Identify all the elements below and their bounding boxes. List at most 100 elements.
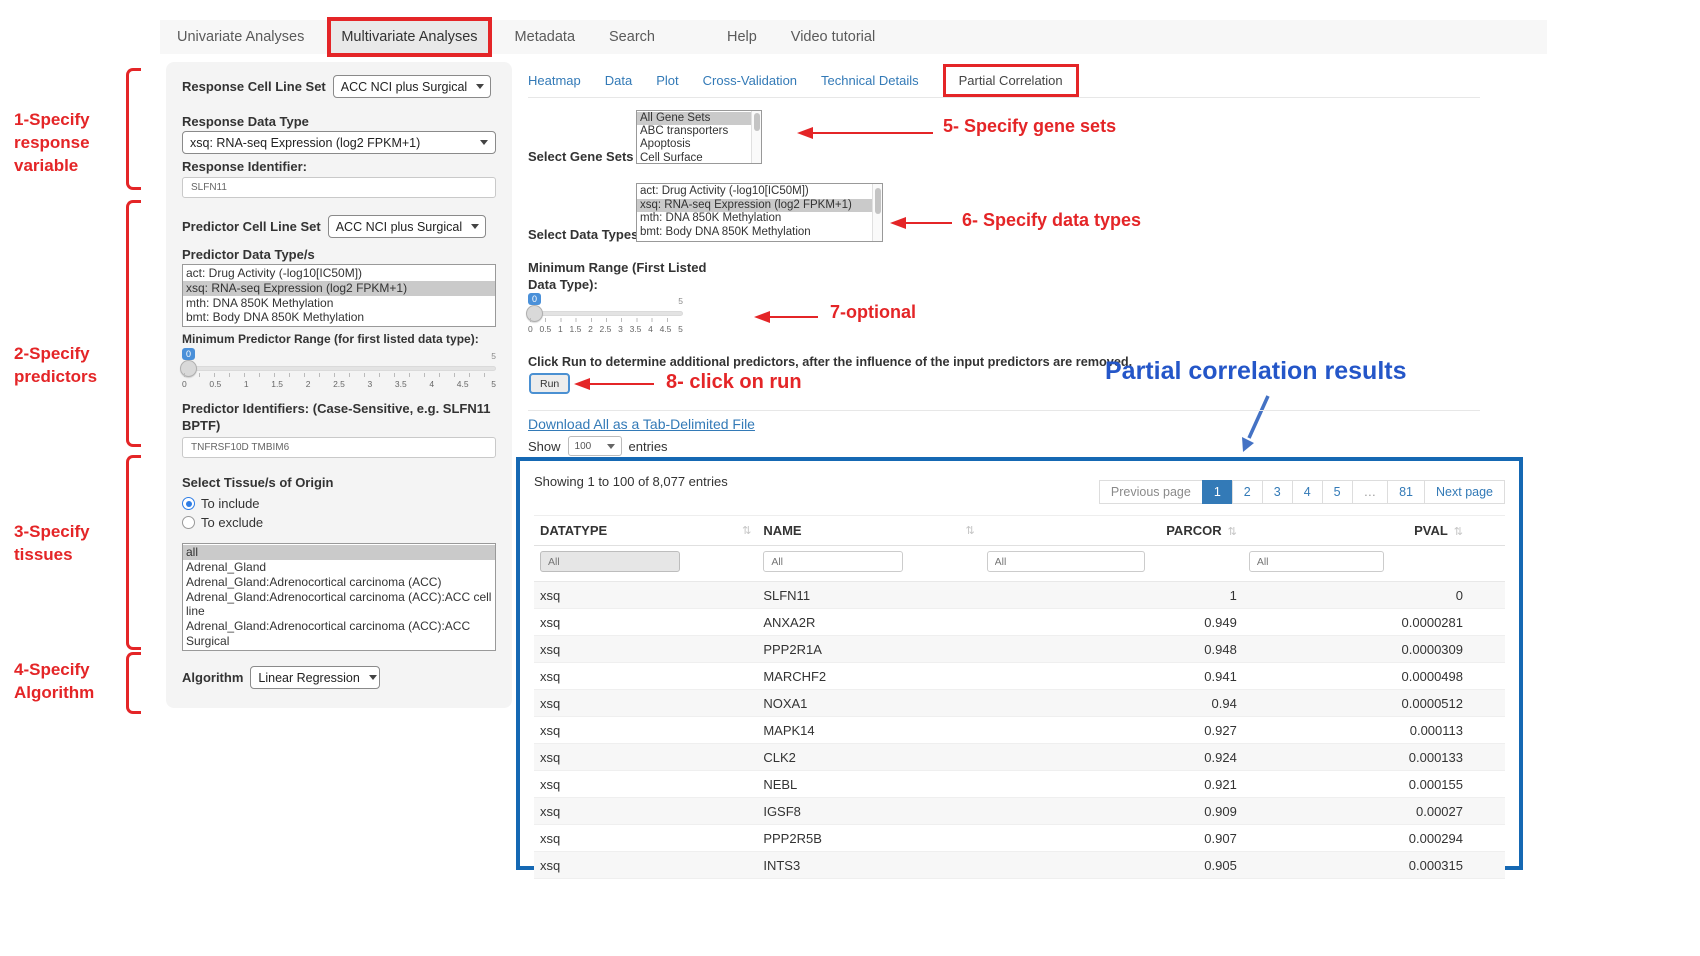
nav-univariate-analyses[interactable]: Univariate Analyses [160,20,321,54]
list-option[interactable]: All Gene Sets [637,112,761,125]
list-option[interactable]: bmt: Body DNA 850K Methylation [637,226,882,240]
list-option[interactable]: all [183,545,495,560]
run-button[interactable]: Run [529,373,570,394]
page-button-5[interactable]: 5 [1322,480,1353,504]
tick-label: 0.5 [209,379,221,389]
predictor-identifiers-input[interactable] [182,437,496,458]
tick-label: 4.5 [457,379,469,389]
next-page-button[interactable]: Next page [1424,480,1505,504]
column-header-datatype[interactable]: DATATYPE ⇅ [534,516,757,546]
tab-technical-details[interactable]: Technical Details [821,73,919,88]
sort-icon[interactable]: ⇅ [965,524,974,537]
sidebar-form: Response Cell Line Set ACC NCI plus Surg… [166,62,512,708]
page-button-81[interactable]: 81 [1387,480,1425,504]
list-option[interactable]: mth: DNA 850K Methylation [637,212,882,226]
slider-track[interactable] [528,311,683,316]
list-option[interactable]: Adrenal_Gland [183,560,495,575]
page-button-3[interactable]: 3 [1262,480,1293,504]
tick-label: 4 [429,379,434,389]
slider-max-label: 5 [678,296,683,306]
list-option[interactable]: mth: DNA 850K Methylation [183,296,495,311]
response-cell-line-set-select[interactable]: ACC NCI plus Surgical [333,75,491,98]
list-option[interactable]: xsq: RNA-seq Expression (log2 FPKM+1) [637,199,882,213]
list-option[interactable]: Cell Surface [637,152,761,164]
sort-icon[interactable]: ⇅ [742,524,751,537]
column-header-pval[interactable]: PVAL⇅ [1243,516,1505,546]
tick-label: 5 [491,379,496,389]
tick-label: 0 [182,379,187,389]
run-instruction: Click Run to determine additional predic… [528,355,1132,369]
slider-value-badge: 0 [528,293,541,305]
tab-data[interactable]: Data [605,73,632,88]
list-option[interactable]: xsq: RNA-seq Expression (log2 FPKM+1) [183,281,495,296]
slider-ticks [530,318,681,322]
results-tabbar: Heatmap Data Plot Cross-Validation Techn… [528,62,1079,98]
table-row: xsq SLFN11 1 0 [534,582,1505,609]
list-option[interactable]: act: Drug Activity (-log10[IC50M]) [183,266,495,281]
page-length-select[interactable]: 100 [568,436,622,456]
list-option[interactable]: bmt: Body DNA 850K Methylation [183,310,495,325]
data-types-listbox: act: Drug Activity (-log10[IC50M]) xsq: … [636,183,883,242]
blue-arrow-icon [1232,392,1278,458]
name-filter-input[interactable] [763,551,903,572]
nav-metadata[interactable]: Metadata [498,20,592,54]
results-table: DATATYPE ⇅ NAME ⇅ PARCOR⇅ PVA [534,515,1505,879]
response-identifier-input[interactable] [182,177,496,198]
min-range-slider: 0 5 0 0.5 1 1.5 2 2.5 3 3.5 4 4.5 5 [528,293,683,339]
slider-track[interactable] [182,366,496,371]
list-option[interactable]: act: Drug Activity (-log10[IC50M]) [637,185,882,199]
table-row: xsq CLK2 0.924 0.000133 [534,744,1505,771]
sort-icon[interactable]: ⇅ [1228,526,1237,538]
parcor-filter-input[interactable] [987,551,1145,572]
response-identifier-label: Response Identifier: [182,159,496,174]
nav-search[interactable]: Search [592,20,672,54]
annotation-step7: 7-optional [830,302,916,323]
tissue-include-radio[interactable]: To include [182,494,496,513]
table-row: xsq IGSF8 0.909 0.00027 [534,798,1505,825]
tab-cross-validation[interactable]: Cross-Validation [703,73,797,88]
nav-video-tutorial[interactable]: Video tutorial [774,20,892,54]
list-option[interactable]: Apoptosis [637,138,761,151]
list-option[interactable]: Adrenal_Gland:Adrenocortical carcinoma (… [183,590,495,620]
column-header-parcor[interactable]: PARCOR⇅ [981,516,1243,546]
pval-filter-input[interactable] [1249,551,1384,572]
tab-heatmap[interactable]: Heatmap [528,73,581,88]
tick-label: 1.5 [271,379,283,389]
sort-icon[interactable]: ⇅ [1454,526,1463,538]
tissue-exclude-radio[interactable]: To exclude [182,513,496,532]
page-button-1[interactable]: 1 [1202,480,1233,504]
chevron-down-icon [476,84,484,89]
list-option[interactable]: Adrenal_Gland:Adrenocortical carcinoma (… [183,575,495,590]
datatype-filter-input[interactable] [540,551,680,572]
previous-page-button[interactable]: Previous page [1099,480,1203,504]
download-all-link[interactable]: Download All as a Tab-Delimited File [528,416,755,432]
nav-help[interactable]: Help [710,20,774,54]
column-header-name[interactable]: NAME ⇅ [757,516,980,546]
annotation-step4: 4-Specify Algorithm [14,658,94,704]
scrollbar[interactable] [751,111,761,163]
table-row: xsq PPP2R5B 0.907 0.000294 [534,825,1505,852]
tick-label: 0 [528,324,533,334]
list-option[interactable]: Adrenal_Gland:Adrenocortical carcinoma (… [183,619,495,649]
nav-multivariate-analyses[interactable]: Multivariate Analyses [327,17,491,57]
scrollbar-thumb[interactable] [754,113,760,131]
response-data-type-select[interactable]: xsq: RNA-seq Expression (log2 FPKM+1) [182,131,496,154]
scrollbar[interactable] [872,184,882,241]
page-button-2[interactable]: 2 [1232,480,1263,504]
tick-label: 3 [368,379,373,389]
table-row: xsq MAPK14 0.927 0.000113 [534,717,1505,744]
tab-partial-correlation[interactable]: Partial Correlation [943,64,1079,97]
app-root: Univariate Analyses Multivariate Analyse… [0,0,1700,956]
tick-label: 1 [244,379,249,389]
page-button-4[interactable]: 4 [1292,480,1323,504]
top-nav: Univariate Analyses Multivariate Analyse… [160,20,1547,54]
tab-plot[interactable]: Plot [656,73,678,88]
scrollbar-thumb[interactable] [875,188,881,214]
predictor-cell-line-set-select[interactable]: ACC NCI plus Surgical [328,215,486,238]
predictor-identifiers-label: Predictor Identifiers: (Case-Sensitive, … [182,400,496,434]
tick-label: 3.5 [395,379,407,389]
list-option[interactable]: ABC transporters [637,125,761,138]
algorithm-label: Algorithm [182,670,243,685]
chevron-down-icon [480,140,488,145]
algorithm-select[interactable]: Linear Regression [250,666,380,689]
